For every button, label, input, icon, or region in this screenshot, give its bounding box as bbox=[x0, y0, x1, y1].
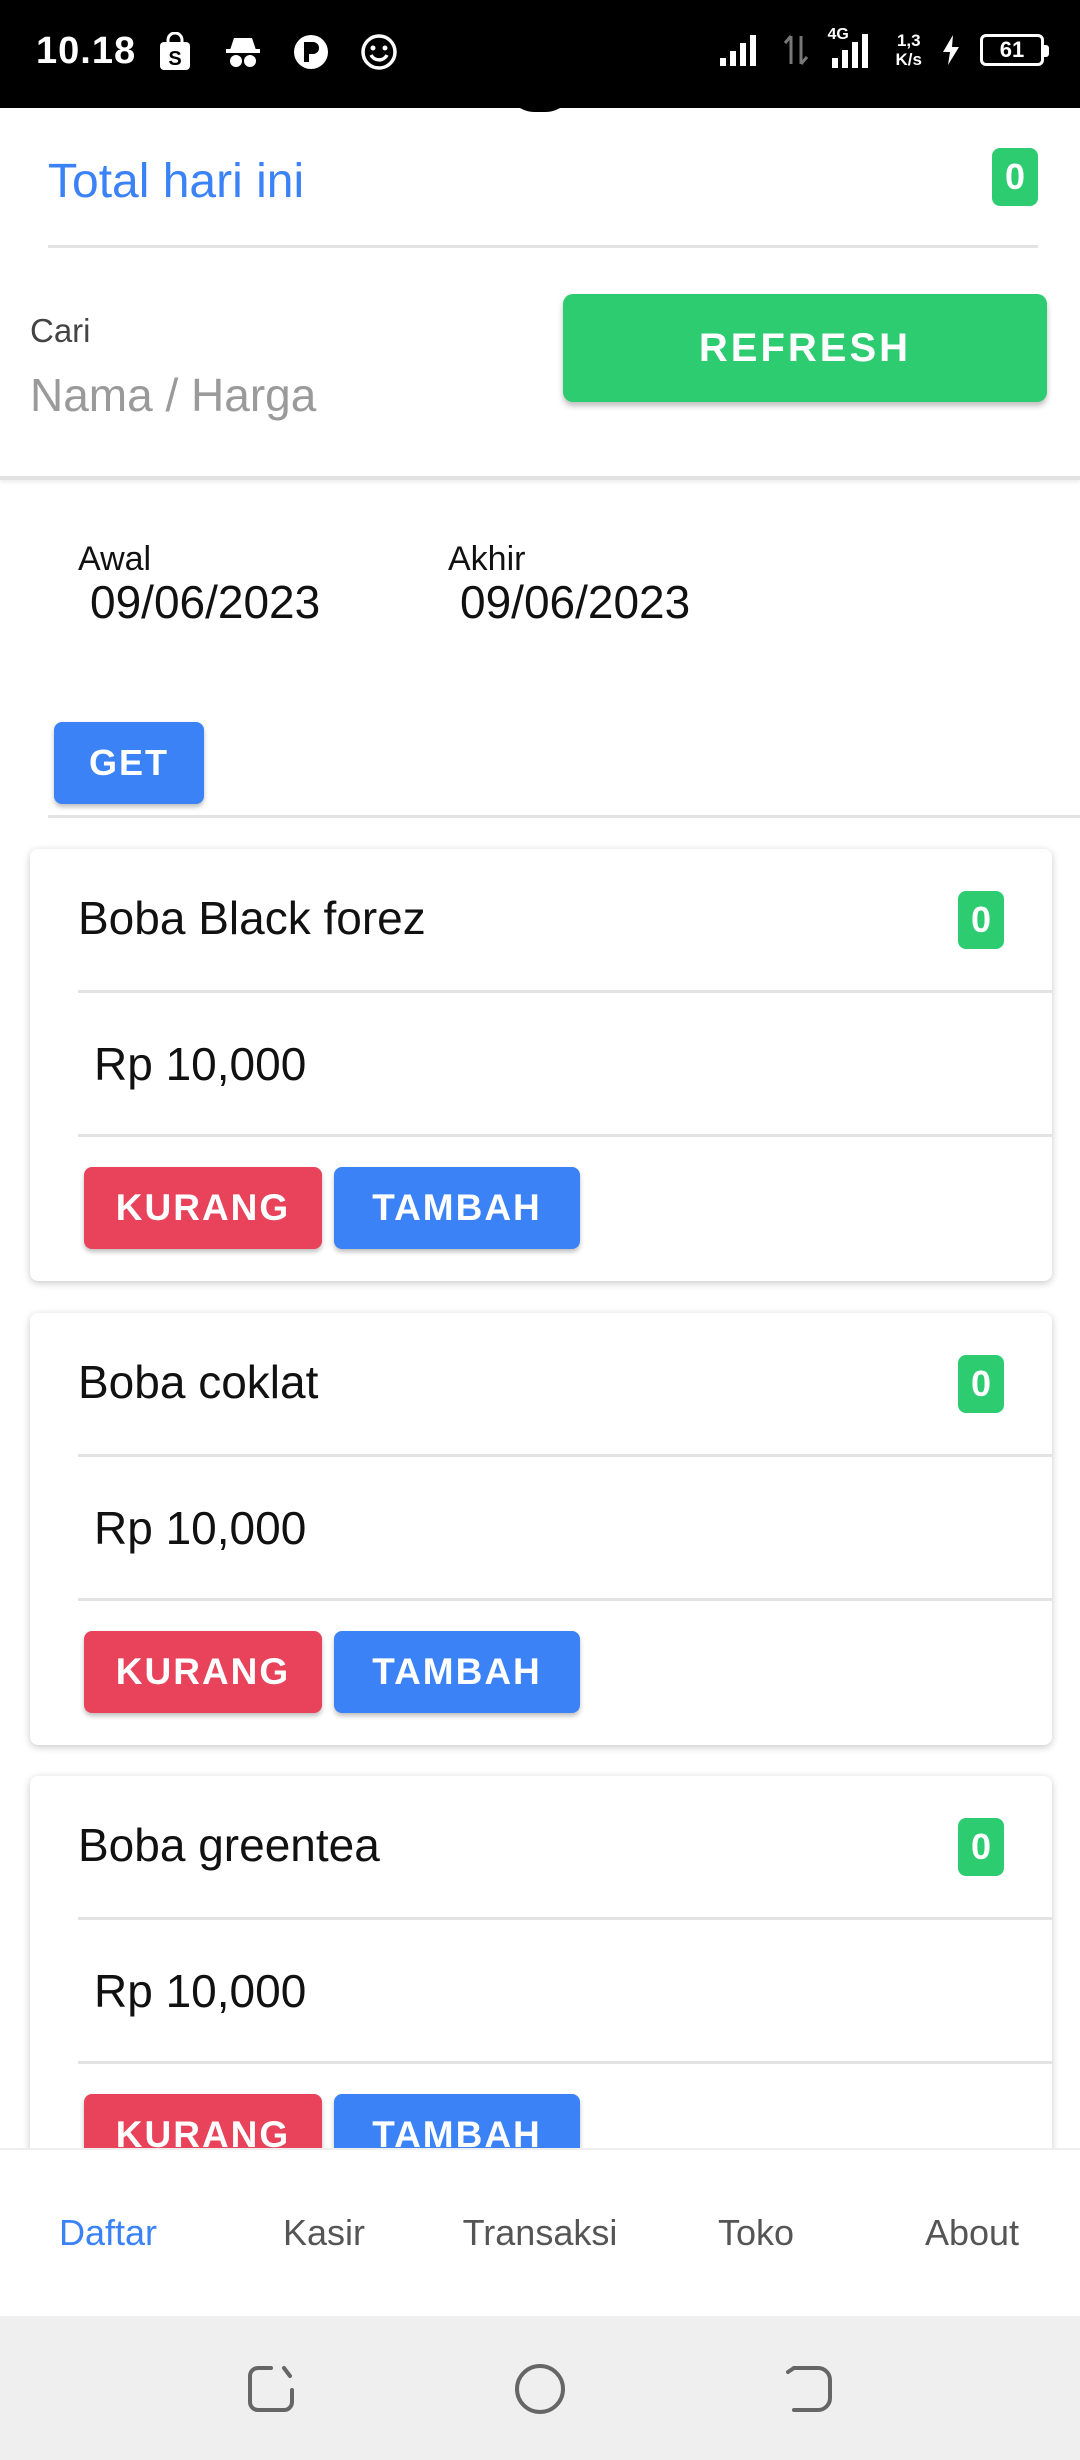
product-count-badge: 0 bbox=[958, 1818, 1004, 1876]
product-count-badge: 0 bbox=[958, 891, 1004, 949]
product-card-header: Boba coklat 0 bbox=[78, 1313, 1052, 1457]
system-navigation-bar bbox=[0, 2316, 1080, 2460]
search-label: Cari bbox=[30, 312, 91, 349]
end-date-field[interactable]: Akhir 09/06/2023 bbox=[448, 540, 690, 629]
end-date-value[interactable]: 09/06/2023 bbox=[460, 575, 690, 629]
search-section: Cari REFRESH bbox=[0, 248, 1080, 480]
tab-kasir[interactable]: Kasir bbox=[216, 2150, 432, 2316]
total-today-label: Total hari ini bbox=[48, 155, 305, 208]
start-date-label: Awal bbox=[78, 540, 152, 578]
increase-button[interactable]: TAMBAH bbox=[334, 2094, 580, 2148]
increase-button[interactable]: TAMBAH bbox=[334, 1167, 580, 1249]
scroll-content[interactable]: Total hari ini 0 Cari REFRESH Awal 09/06… bbox=[0, 0, 1080, 2148]
recent-apps-icon[interactable] bbox=[244, 2362, 298, 2416]
tab-transaksi[interactable]: Transaksi bbox=[432, 2150, 648, 2316]
get-button[interactable]: GET bbox=[54, 722, 204, 804]
product-card: Boba greentea 0 Rp 10,000 KURANG TAMBAH bbox=[30, 1776, 1052, 2148]
product-card-header: Boba greentea 0 bbox=[78, 1776, 1052, 1920]
increase-button[interactable]: TAMBAH bbox=[334, 1631, 580, 1713]
home-icon[interactable] bbox=[513, 2362, 567, 2416]
total-today-badge: 0 bbox=[992, 148, 1038, 206]
product-price: Rp 10,000 bbox=[94, 1502, 307, 1554]
back-icon[interactable] bbox=[782, 2362, 836, 2416]
bottom-navigation: Daftar Kasir Transaksi Toko About bbox=[0, 2148, 1080, 2316]
divider bbox=[48, 815, 1080, 818]
decrease-button[interactable]: KURANG bbox=[84, 2094, 322, 2148]
refresh-button[interactable]: REFRESH bbox=[563, 294, 1047, 402]
total-today-row: Total hari ini 0 bbox=[48, 148, 1038, 248]
product-card: Boba Black forez 0 Rp 10,000 KURANG TAMB… bbox=[30, 849, 1052, 1281]
decrease-button[interactable]: KURANG bbox=[84, 1631, 322, 1713]
start-date-value[interactable]: 09/06/2023 bbox=[90, 575, 320, 629]
product-price-row: Rp 10,000 bbox=[78, 1920, 1052, 2064]
product-count-badge: 0 bbox=[958, 1355, 1004, 1413]
product-name: Boba Black forez bbox=[78, 892, 426, 944]
product-name: Boba greentea bbox=[78, 1819, 380, 1871]
product-price-row: Rp 10,000 bbox=[78, 993, 1052, 1137]
start-date-field[interactable]: Awal 09/06/2023 bbox=[78, 540, 320, 629]
camera-cutout bbox=[505, 82, 575, 112]
search-input[interactable] bbox=[30, 360, 530, 430]
tab-toko[interactable]: Toko bbox=[648, 2150, 864, 2316]
product-price: Rp 10,000 bbox=[94, 1038, 307, 1090]
end-date-label: Akhir bbox=[448, 540, 526, 578]
product-card-header: Boba Black forez 0 bbox=[78, 849, 1052, 993]
tab-about[interactable]: About bbox=[864, 2150, 1080, 2316]
decrease-button[interactable]: KURANG bbox=[84, 1167, 322, 1249]
product-price: Rp 10,000 bbox=[94, 1965, 307, 2017]
product-card: Boba coklat 0 Rp 10,000 KURANG TAMBAH bbox=[30, 1313, 1052, 1745]
product-price-row: Rp 10,000 bbox=[78, 1457, 1052, 1601]
product-name: Boba coklat bbox=[78, 1356, 319, 1408]
tab-daftar[interactable]: Daftar bbox=[0, 2150, 216, 2316]
